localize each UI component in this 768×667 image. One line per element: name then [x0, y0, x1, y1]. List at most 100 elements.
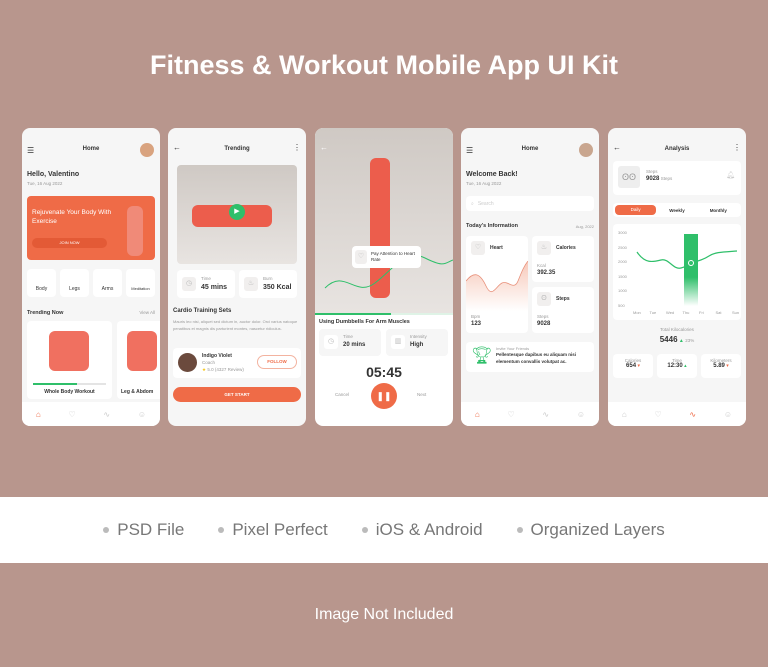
flame-icon: ♨	[244, 277, 258, 291]
stat-value: 350 Kcal	[263, 284, 292, 291]
total-label: Total Kilocalories	[660, 327, 694, 332]
calories-card[interactable]: ♨ Calories Kcal 392.35	[532, 236, 594, 282]
stat-value: 20 mins	[343, 342, 366, 348]
stat-label: Intensity	[410, 334, 427, 339]
steps-line	[636, 250, 738, 269]
get-start-button[interactable]: GET START	[173, 387, 301, 402]
bullet-icon	[103, 527, 110, 533]
banner-photo	[127, 206, 143, 256]
more-icon[interactable]: ⋮	[733, 143, 741, 152]
tooltip: ♡ Pay Attention to Heart Rate	[352, 246, 421, 268]
category-legs[interactable]: Legs	[60, 269, 89, 297]
activity-icon[interactable]: ∿	[103, 410, 110, 419]
rating: 5.0 (4327 Review)	[207, 367, 244, 372]
tab-weekly[interactable]: Weekly	[656, 208, 697, 213]
dashboard-screen: ☰ Home Welcome Back! Tue, 16 Aug 2022 ⌕ S…	[461, 128, 599, 426]
banner: Rejuvenate Your Body With Exercise JOIN …	[27, 196, 155, 260]
workout-card[interactable]: Leg & Abdom	[117, 321, 160, 399]
view-all-link[interactable]: View All	[139, 310, 155, 315]
play-icon[interactable]: ▶	[229, 204, 245, 220]
heart-card[interactable]: ♡ Heart Bpm 123	[466, 236, 528, 333]
time-stat: ◷ Time 45 mins	[177, 270, 235, 298]
clock-icon: ◷	[182, 277, 196, 291]
feature-label: iOS & Android	[375, 520, 483, 539]
search-input[interactable]: ⌕ Search	[466, 196, 594, 211]
trophy-icon: 🏆︎	[471, 346, 493, 365]
heart-icon[interactable]: ♡	[507, 410, 514, 419]
activity-icon[interactable]: ∿	[689, 410, 696, 419]
cancel-button[interactable]: Cancel	[335, 392, 349, 397]
follow-button[interactable]: FOLLOW	[257, 355, 297, 369]
search-icon: ⌕	[471, 200, 474, 207]
flame-icon: ♨	[537, 241, 551, 255]
feature-item: Organized Layers	[516, 520, 665, 540]
total-value: 5446	[659, 335, 678, 344]
workout-card[interactable]: Whole Body Workout	[27, 321, 112, 399]
invite-label: Invite Your Friends	[496, 346, 530, 351]
home-icon[interactable]: ⌂	[622, 410, 627, 419]
back-icon[interactable]: ←	[320, 143, 328, 152]
pause-button[interactable]: ❚❚	[371, 383, 397, 409]
workout-progress[interactable]	[315, 313, 391, 315]
stat-label: Time	[343, 334, 353, 339]
heart-icon[interactable]: ♡	[68, 410, 75, 419]
footprint-icon: ʘ	[537, 292, 551, 306]
bottom-nav: ⌂ ♡ ∿ ☺	[608, 402, 746, 426]
date: Tue, 16 Aug 2022	[466, 181, 502, 186]
avatar[interactable]	[140, 143, 154, 157]
card-label: Steps	[556, 296, 570, 302]
header-title: Trending	[224, 146, 250, 152]
profile-icon[interactable]: ☺	[577, 410, 585, 419]
stat-value: 12:30	[667, 363, 683, 369]
workout-photo	[315, 128, 453, 314]
feature-label: PSD File	[117, 520, 185, 539]
home-icon[interactable]: ⌂	[475, 410, 480, 419]
tooltip-text: Pay Attention to Heart Rate	[371, 251, 415, 262]
workout-video[interactable]: ▶	[177, 165, 297, 264]
home-icon[interactable]: ⌂	[36, 410, 41, 419]
section-title: Cardio Training Sets	[173, 308, 232, 314]
section-title: Today's Information	[466, 223, 518, 229]
steps-summary: ʘʘ Steps 9028 Steps 🔔︎	[613, 161, 741, 195]
feature-band: PSD File Pixel Perfect iOS & Android Org…	[0, 497, 768, 563]
stat-label: Burn	[263, 276, 273, 281]
header-title: Analysis	[664, 146, 690, 152]
more-icon[interactable]: ⋮	[293, 143, 301, 152]
workout-photo	[49, 331, 89, 371]
card-unit: Steps	[537, 314, 549, 319]
join-now-button[interactable]: JOIN NOW	[32, 238, 107, 248]
bottom-nav: ⌂ ♡ ∿ ☺	[461, 402, 599, 426]
arrow-up-icon: ▲	[678, 338, 684, 344]
steps-label: Steps	[646, 169, 658, 174]
arrow-down-icon: ▾	[726, 363, 729, 369]
avatar[interactable]	[579, 143, 593, 157]
category-arms[interactable]: Arms	[93, 269, 122, 297]
bullet-icon	[516, 527, 523, 533]
heart-icon[interactable]: ♡	[654, 410, 661, 419]
activity-icon[interactable]: ∿	[542, 410, 549, 419]
stats-row: Calories 654 ▾ Time 12:30 ▴ Kilometers 5.89…	[613, 354, 741, 378]
timer: 05:45	[366, 364, 402, 380]
profile-icon[interactable]: ☺	[138, 410, 146, 419]
heart-rate-chart	[466, 261, 528, 311]
tab-monthly[interactable]: Monthly	[698, 208, 739, 213]
steps-card[interactable]: ʘ Steps Steps 9028	[532, 287, 594, 333]
bell-icon[interactable]: 🔔︎	[726, 171, 735, 179]
coach-role: Coach	[202, 360, 216, 365]
feature-item: iOS & Android	[361, 520, 483, 540]
category-list: Body Legs Arms Meditation	[27, 269, 155, 297]
category-meditation[interactable]: Meditation	[126, 269, 155, 297]
stat-value: High	[410, 342, 424, 348]
month-selector[interactable]: Aug, 2022	[576, 224, 594, 229]
invite-card[interactable]: 🏆︎ Invite Your Friends Pellentesque dapi…	[466, 342, 594, 372]
category-label: Legs	[69, 286, 80, 292]
next-button[interactable]: Next	[417, 392, 426, 397]
profile-icon[interactable]: ☺	[724, 410, 732, 419]
category-body[interactable]: Body	[27, 269, 56, 297]
footprint-icon: ʘʘ	[618, 166, 640, 188]
period-tabs: Daily Weekly Monthly	[613, 203, 741, 217]
stat-value: 5.89	[713, 363, 725, 369]
description: Mauris leo nisi, aliquet sed dictum in, …	[173, 319, 298, 331]
card-value: 9028	[537, 321, 551, 327]
tab-daily[interactable]: Daily	[615, 205, 657, 215]
